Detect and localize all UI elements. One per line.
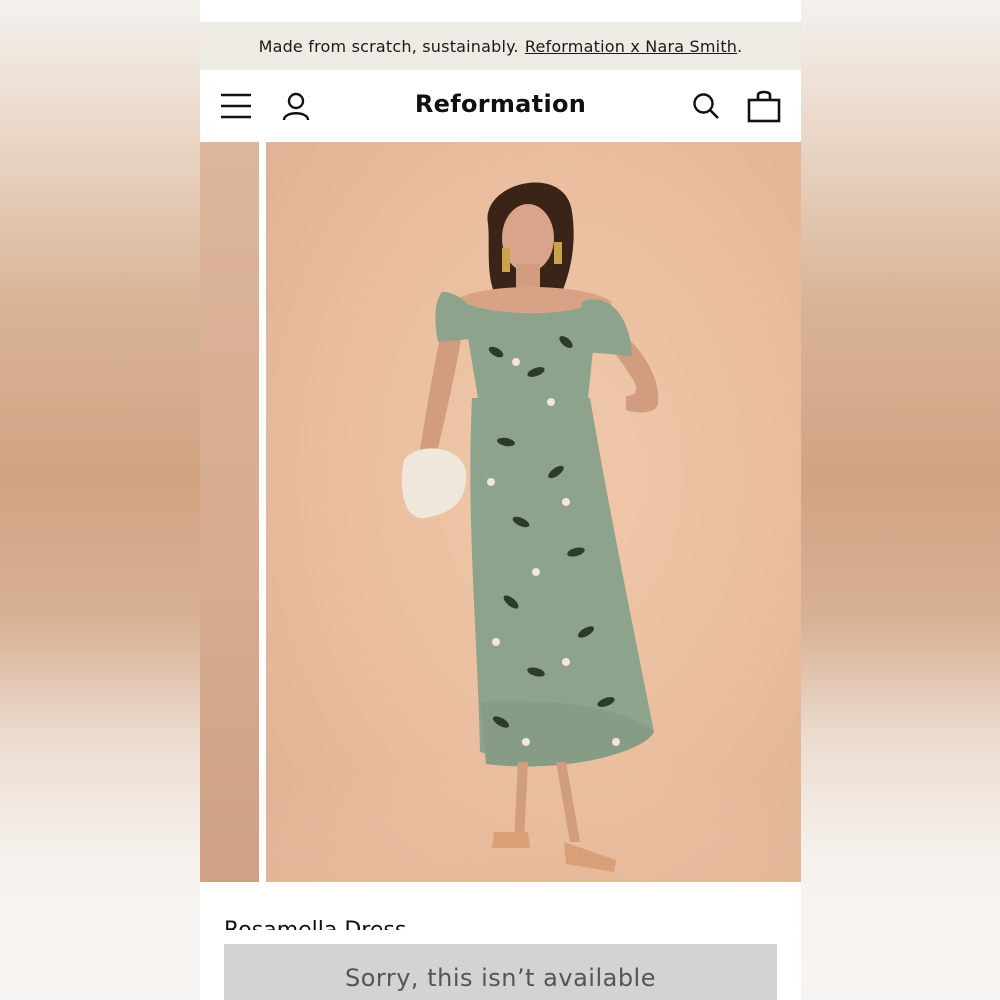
bag-icon[interactable]: [746, 88, 782, 124]
product-info: Rosamella Dress Sorry, this isn’t availa…: [200, 882, 801, 1000]
search-icon[interactable]: [688, 88, 724, 124]
site-header: Reformation: [200, 70, 801, 142]
promo-banner: Made from scratch, sustainably. Reformat…: [200, 22, 801, 70]
brand-logo[interactable]: Reformation: [350, 90, 651, 118]
promo-trailing: .: [737, 36, 743, 56]
top-strip: [200, 0, 801, 22]
promo-text: Made from scratch, sustainably.: [258, 36, 519, 56]
image-gallery[interactable]: [200, 142, 801, 882]
product-image[interactable]: [266, 142, 801, 882]
model-illustration: [266, 182, 801, 882]
account-icon[interactable]: [278, 88, 314, 124]
mobile-page: Made from scratch, sustainably. Reformat…: [200, 0, 801, 1000]
unavailable-button[interactable]: Sorry, this isn’t available: [224, 944, 777, 1000]
promo-link[interactable]: Reformation x Nara Smith: [525, 37, 737, 56]
product-title: Rosamella Dress: [224, 920, 406, 930]
menu-icon[interactable]: [218, 88, 254, 124]
previous-slide-peek[interactable]: [200, 142, 259, 882]
